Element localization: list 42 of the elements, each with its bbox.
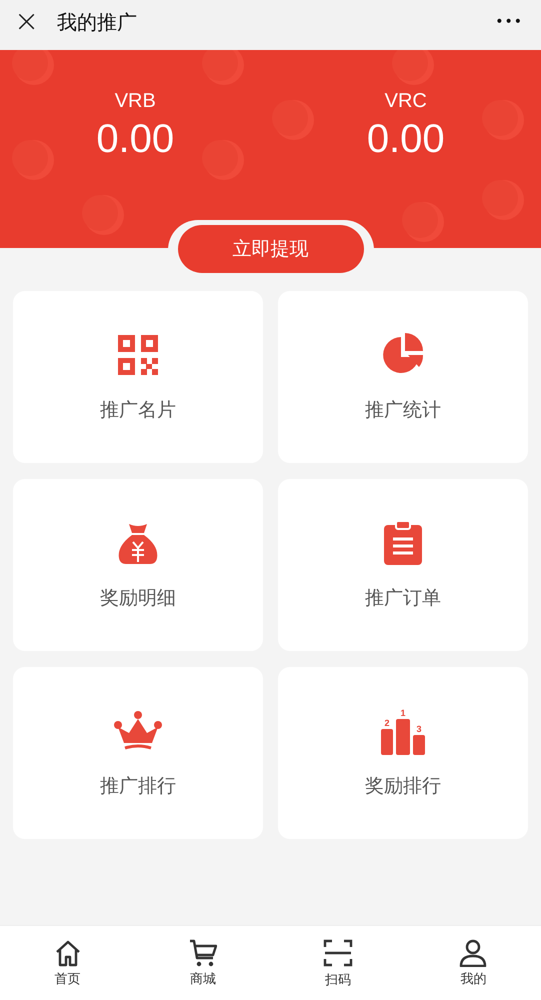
menu-label: 推广订单 xyxy=(365,586,441,611)
close-button[interactable]: × xyxy=(14,7,40,37)
rank-number: 2 xyxy=(384,718,390,728)
menu-label: 推广名片 xyxy=(100,398,176,423)
menu-label: 推广排行 xyxy=(100,774,176,799)
home-icon xyxy=(54,938,82,966)
nav-tab[interactable]: 我的 xyxy=(406,926,541,1000)
nav-label: 扫码 xyxy=(325,972,352,988)
crown-icon xyxy=(112,711,164,751)
nav-label: 商城 xyxy=(190,970,216,988)
podium-block xyxy=(413,735,425,755)
rank-number: 1 xyxy=(400,708,406,718)
more-button[interactable]: ••• xyxy=(495,14,523,30)
page-title: 我的推广 xyxy=(57,8,138,36)
menu-card[interactable]: 2 1 3 奖励排行 xyxy=(278,667,528,839)
podium-block xyxy=(396,719,410,755)
balance-label: VRC xyxy=(384,90,427,113)
withdraw-button[interactable]: 立即提现 xyxy=(178,225,364,273)
menu-card[interactable]: 推广统计 xyxy=(278,291,528,463)
menu-card[interactable]: 推广排行 xyxy=(13,667,263,839)
menu-label: 奖励排行 xyxy=(365,774,441,799)
menu-label: 推广统计 xyxy=(365,398,441,423)
podium-block xyxy=(381,729,393,755)
menu-card[interactable]: 推广名片 xyxy=(13,291,263,463)
user-icon xyxy=(459,938,488,966)
menu-label: 奖励明细 xyxy=(100,586,176,611)
clipboard-icon xyxy=(384,521,422,565)
balance-label: VRB xyxy=(114,90,156,113)
scan-icon xyxy=(323,938,354,968)
rank-number: 3 xyxy=(416,724,422,734)
menu-card[interactable]: 奖励明细 xyxy=(13,479,263,651)
nav-label: 首页 xyxy=(54,970,81,988)
cart-icon xyxy=(188,938,217,966)
menu-card[interactable]: 推广订单 xyxy=(278,479,528,651)
balance-value: 0.00 xyxy=(96,117,174,162)
nav-tab[interactable]: 商城 xyxy=(135,926,270,1000)
nav-label: 我的 xyxy=(460,970,486,988)
nav-tab[interactable]: 扫码 xyxy=(270,926,406,1000)
balance-value: 0.00 xyxy=(366,117,445,162)
qr-code-icon xyxy=(118,335,158,375)
money-bag-icon xyxy=(117,522,159,564)
nav-tab[interactable]: 首页 xyxy=(0,926,136,1000)
